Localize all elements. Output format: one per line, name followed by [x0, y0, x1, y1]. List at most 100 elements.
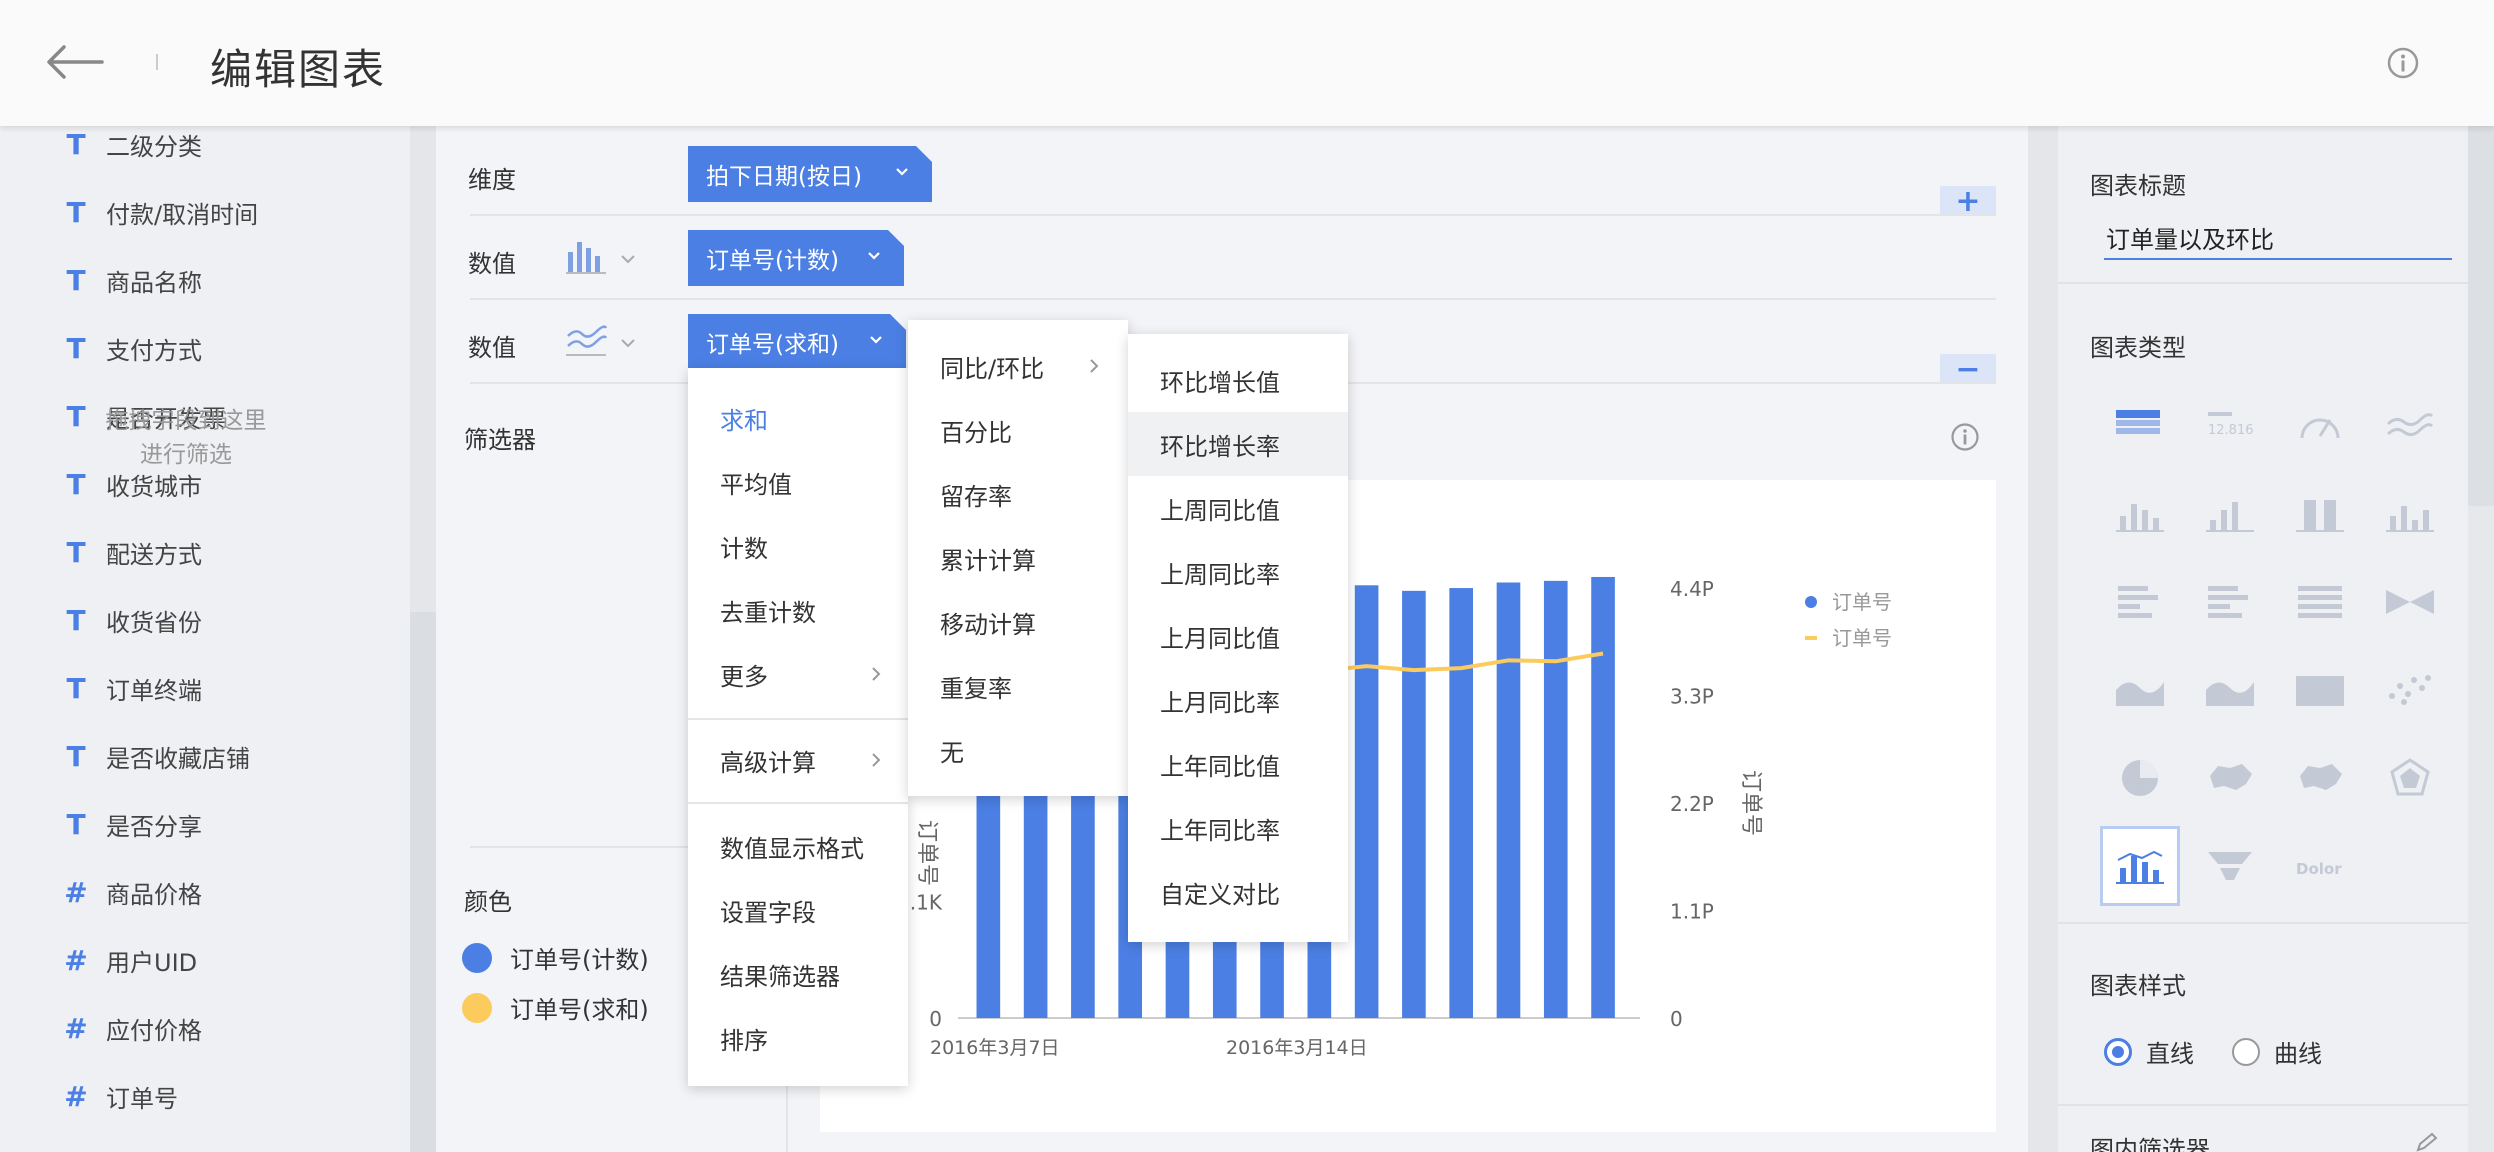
field-item[interactable]: T 商品名称	[64, 260, 202, 300]
menu-item[interactable]: 设置字段	[688, 878, 908, 942]
color-swatch[interactable]	[462, 942, 492, 973]
field-item[interactable]: T 付款/取消时间	[64, 192, 258, 232]
edit-pencil-icon[interactable]	[2414, 1132, 2440, 1152]
menu-item[interactable]: 留存率	[908, 462, 1128, 526]
bar[interactable]	[1402, 590, 1426, 1018]
field-item[interactable]: T 是否收藏店铺	[64, 736, 250, 776]
field-item[interactable]: # 应付价格	[64, 1008, 202, 1048]
menu-item[interactable]: 移动计算	[908, 590, 1128, 654]
menu-item[interactable]: 排序	[688, 1006, 908, 1070]
menu-item[interactable]: 更多	[688, 642, 908, 706]
value-pill-1[interactable]: 订单号(计数)	[688, 230, 904, 286]
bar[interactable]	[1449, 588, 1474, 1018]
chart-type-hbar-icon[interactable]	[2100, 562, 2180, 642]
menu-item[interactable]: 结果筛选器	[688, 942, 908, 1006]
menu-item[interactable]: 平均值	[688, 450, 908, 514]
field-item[interactable]: # 商品价格	[64, 872, 202, 912]
settings-scrollbar[interactable]	[2468, 126, 2494, 1152]
bar[interactable]	[1354, 585, 1379, 1018]
menu-item-advanced[interactable]: 高级计算	[688, 728, 908, 792]
field-item[interactable]: T 支付方式	[64, 328, 202, 368]
chart-type-radar-icon[interactable]	[2370, 738, 2450, 818]
menu-item[interactable]: 上月同比值	[1128, 604, 1348, 668]
field-item[interactable]: T 是否分享	[64, 804, 202, 844]
chevron-down-icon[interactable]	[620, 252, 636, 266]
menu-item[interactable]: 累计计算	[908, 526, 1128, 590]
info-icon[interactable]	[2386, 46, 2420, 80]
line-chart-icon[interactable]	[566, 322, 608, 356]
legend-label[interactable]: 订单号	[1832, 626, 1892, 650]
remove-value-button[interactable]: −	[1940, 352, 1996, 387]
color-legend-item[interactable]: 订单号(计数)	[462, 940, 649, 975]
radio-button[interactable]	[2232, 1037, 2260, 1066]
bar[interactable]	[1496, 582, 1521, 1018]
field-item[interactable]: T 二级分类	[64, 124, 202, 164]
field-item[interactable]: T 订单终端	[64, 668, 202, 708]
chart-type-gauge-icon[interactable]	[2280, 386, 2360, 466]
sidebar-scrollbar[interactable]	[410, 126, 436, 1152]
chart-type-stacked-bar-icon[interactable]	[2190, 474, 2270, 554]
menu-item[interactable]: 计数	[688, 514, 908, 578]
chart-type-china-map-icon[interactable]	[2190, 738, 2270, 818]
chevron-down-icon[interactable]	[620, 336, 636, 350]
legend-label[interactable]: 订单号	[1832, 590, 1892, 614]
chart-type-scatter-icon[interactable]	[2370, 650, 2450, 730]
settings-scroll-thumb[interactable]	[2468, 126, 2494, 506]
chart-type-stacked-area-icon[interactable]	[2190, 650, 2270, 730]
field-item[interactable]: T 收货省份	[64, 600, 202, 640]
color-swatch[interactable]	[462, 992, 492, 1023]
chart-type-table-icon[interactable]	[2100, 386, 2180, 466]
chart-type-combo-icon[interactable]	[2100, 826, 2180, 906]
filter-drop-zone[interactable]: 拖拽字段到这里 进行筛选	[56, 404, 316, 472]
menu-item[interactable]: 同比/环比	[908, 334, 1128, 398]
menu-item[interactable]: 数值显示格式	[688, 814, 908, 878]
chart-type-percent-bar-icon[interactable]	[2280, 474, 2360, 554]
back-arrow-icon[interactable]	[46, 44, 104, 80]
field-item[interactable]: # 订单号	[64, 1076, 178, 1116]
chart-type-wordcloud-icon[interactable]: Dolor	[2280, 826, 2360, 906]
add-dimension-button[interactable]: +	[1940, 184, 1996, 219]
chart-type-percent-area-icon[interactable]	[2280, 650, 2360, 730]
menu-item[interactable]: 上年同比值	[1128, 732, 1348, 796]
menu-item[interactable]: 无	[908, 718, 1128, 782]
bar-chart-icon[interactable]	[566, 238, 608, 274]
text-field-icon: T	[66, 263, 86, 297]
dimension-pill[interactable]: 拍下日期(按日)	[688, 146, 932, 202]
chart-type-stacked-hbar-icon[interactable]	[2190, 562, 2270, 642]
field-item[interactable]: T 配送方式	[64, 532, 202, 572]
chart-type-pie-icon[interactable]	[2100, 738, 2180, 818]
sidebar-scroll-thumb[interactable]	[410, 612, 436, 1152]
menu-item[interactable]: 重复率	[908, 654, 1128, 718]
menu-item[interactable]: 上年同比率	[1128, 796, 1348, 860]
value-pill-2[interactable]: 订单号(求和)	[688, 314, 906, 370]
menu-item[interactable]: 去重计数	[688, 578, 908, 642]
bar[interactable]	[1591, 576, 1615, 1018]
menu-item[interactable]: 环比增长率	[1128, 412, 1348, 476]
style-option-curve[interactable]: 曲线	[2232, 1034, 2322, 1069]
menu-item[interactable]: 上周同比率	[1128, 540, 1348, 604]
style-option-straight[interactable]: 直线	[2104, 1034, 2194, 1069]
chart-type-area-icon[interactable]	[2100, 650, 2180, 730]
menu-item[interactable]: 求和	[688, 386, 908, 450]
info-icon[interactable]	[1950, 422, 1980, 452]
bar[interactable]	[1543, 580, 1568, 1018]
chart-type-dual-bar-icon[interactable]	[2370, 474, 2450, 554]
chart-type-kpi-icon[interactable]: 12.816	[2190, 386, 2270, 466]
field-item[interactable]: # 用户UID	[64, 940, 197, 980]
chart-title-input[interactable]: 订单量以及环比	[2104, 220, 2452, 260]
menu-item[interactable]: 环比增长值	[1128, 348, 1348, 412]
menu-item[interactable]: 自定义对比	[1128, 860, 1348, 924]
chart-type-butterfly-icon[interactable]	[2370, 562, 2450, 642]
chart-type-multi-line-icon[interactable]	[2370, 386, 2450, 466]
chart-type-bar-icon[interactable]	[2100, 474, 2180, 554]
menu-item[interactable]: 上月同比率	[1128, 668, 1348, 732]
radio-button[interactable]	[2104, 1037, 2132, 1066]
legend-line-marker[interactable]	[1805, 636, 1817, 640]
chart-type-world-map-icon[interactable]	[2280, 738, 2360, 818]
chart-type-funnel-icon[interactable]	[2190, 826, 2270, 906]
menu-item[interactable]: 百分比	[908, 398, 1128, 462]
menu-item[interactable]: 上周同比值	[1128, 476, 1348, 540]
chart-type-percent-hbar-icon[interactable]	[2280, 562, 2360, 642]
legend-bar-marker[interactable]	[1805, 596, 1817, 608]
color-legend-item[interactable]: 订单号(求和)	[462, 990, 649, 1025]
